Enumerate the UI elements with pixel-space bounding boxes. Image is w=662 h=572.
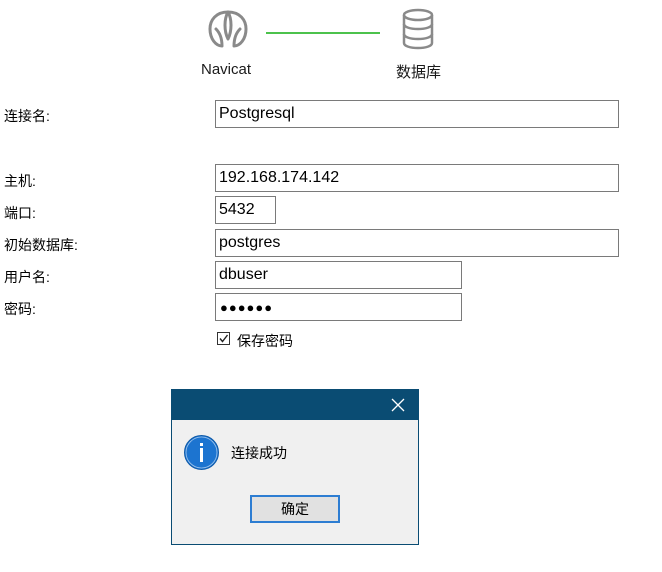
connector-line xyxy=(266,32,380,34)
initial-database-label: 初始数据库: xyxy=(4,237,78,253)
dialog-message: 连接成功 xyxy=(231,445,287,461)
ok-button[interactable]: 确定 xyxy=(250,495,340,523)
initial-database-input[interactable] xyxy=(215,229,619,257)
password-mask: ●●●●●● xyxy=(220,300,274,315)
info-icon xyxy=(184,435,219,470)
connection-name-input[interactable] xyxy=(215,100,619,128)
ok-button-label: 确定 xyxy=(281,501,309,517)
host-input[interactable] xyxy=(215,164,619,192)
password-label: 密码: xyxy=(4,301,36,317)
close-icon[interactable] xyxy=(390,397,406,413)
save-password-checkbox[interactable] xyxy=(217,332,230,345)
save-password-label[interactable]: 保存密码 xyxy=(237,331,293,351)
connection-name-label: 连接名: xyxy=(4,108,50,124)
database-icon xyxy=(402,8,434,50)
checkmark-icon xyxy=(219,334,229,343)
navicat-label: Navicat xyxy=(201,61,252,78)
navicat-logo-icon xyxy=(208,10,248,48)
host-label: 主机: xyxy=(4,173,36,189)
database-label: 数据库 xyxy=(396,64,442,81)
message-dialog: 连接成功 确定 xyxy=(171,389,419,545)
username-label: 用户名: xyxy=(4,269,50,285)
username-input[interactable] xyxy=(215,261,462,289)
dialog-title-bar xyxy=(172,390,418,420)
port-label: 端口: xyxy=(4,205,36,221)
port-input[interactable] xyxy=(215,196,276,224)
